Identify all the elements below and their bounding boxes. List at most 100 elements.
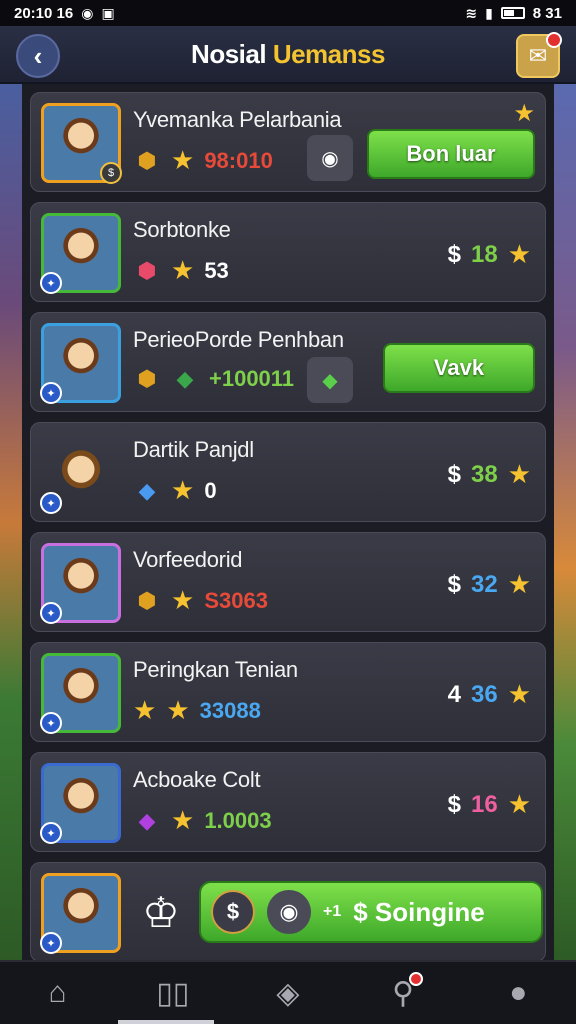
promo-prefix: +1 [323,903,342,920]
sapphire-icon: ◆ [138,477,156,503]
mail-icon: ✉ [528,43,548,68]
profile-icon[interactable]: ● [488,976,548,1010]
stat-value: 0 [204,477,217,503]
status-bar: 20:10 16 ◉ ▣ ≋ ▮ 8 31 [0,0,576,26]
list-item[interactable]: ✦ Peringkan Tenian ★ ★ 33088 4 36 ★ [30,642,546,742]
avatar: ✦ [40,323,121,404]
star-icon: ★ [171,475,195,505]
avatar: ✦ [40,653,121,734]
badge-icon: ⬢ [137,366,157,391]
gem-slot[interactable]: ◆ [307,357,353,403]
list-item[interactable]: ✦ Sorbtonke ⬢ ★ 53 $ 18 ★ [30,202,546,302]
chevron-left-icon: ‹ [33,40,43,71]
box-icon[interactable]: ◈ [258,976,318,1011]
dollar-icon: $ [447,570,461,598]
list-item[interactable]: ✦ Dartik Panjdl ◆ ★ 0 $ 38 ★ [30,422,546,522]
reward-value: 16 [470,790,498,818]
class-badge-icon: ✦ [40,822,62,844]
notification-icon: ▣ [101,4,115,21]
ruby-icon: ⬢ [137,257,157,283]
notification-badge [409,971,424,986]
promo-button[interactable]: $ ◉ +1 $ Soingine [199,881,543,943]
reward-value: 36 [470,680,498,708]
star-icon: ★ [513,100,535,127]
reward-value: 18 [470,240,498,268]
search-icon[interactable]: ⚲ [373,971,433,1011]
status-right-text: 8 31 [532,4,562,22]
page-title: Nosial Uemanss [191,38,385,69]
player-name: Acboake Colt [133,767,261,792]
class-badge-icon: ✦ [40,712,62,734]
star-icon: ★ [171,585,195,615]
pet-slot[interactable]: ◉ [307,135,353,181]
stat-value: +100011 [209,366,295,391]
avatar: ✦ [40,433,121,514]
player-list: $ Yvemanka Pelarbania ★ ⬢ ★ 98:010 ◉ Bon… [22,84,554,960]
avatar: $ [41,103,122,184]
dollar-icon: $ [447,240,461,268]
promo-label: $ Soingine [353,896,485,927]
battery-icon [500,7,525,19]
player-name: Peringkan Tenian [133,657,298,682]
avatar: ✦ [40,763,121,844]
list-item[interactable]: ✦ Acboake Colt ◆ ★ 1.0003 $ 16 ★ [30,752,546,852]
mail-button[interactable]: ✉ [516,32,562,78]
home-indicator [118,1020,214,1024]
list-item[interactable]: ✦ Vorfeedorid ⬢ ★ S3063 $ 32 ★ [30,532,546,632]
list-item[interactable]: ✦ PerieoPorde Penhban ⬢ ◆ +100011 ◆ Vavk [30,312,546,412]
coin-icon: $ [211,890,255,934]
emerald-icon: ◆ [176,366,194,391]
pet-icon: ◉ [321,147,339,170]
player-name: PerieoPorde Penhban [133,327,344,352]
cell-signal-icon: ▮ [485,4,493,21]
star-icon: ★ [507,239,531,269]
star-icon: ★ [171,145,195,175]
class-badge-icon: ✦ [40,602,62,624]
star-icon: ★ [507,789,531,819]
player-name: Sorbtonke [133,217,231,242]
coin-badge-icon: $ [100,162,122,184]
star-icon: ★ [507,569,531,599]
action-button[interactable]: Bon luar [367,129,535,179]
coin-icon: ⬢ [137,587,157,613]
class-badge-icon: ✦ [40,492,62,514]
scenery-left [0,84,24,964]
star-icon: ★ [171,805,195,835]
dollar-icon: $ [447,790,461,818]
stat-value: 33088 [199,697,261,723]
reward-prefix: 4 [447,680,461,708]
stat-value: 98:010 [204,147,273,173]
class-badge-icon: ✦ [40,932,62,954]
avatar: ✦ [40,873,121,954]
star-icon: ★ [133,695,157,725]
wifi-signal-icon: ≋ [465,4,478,21]
amethyst-icon: ◆ [138,807,156,833]
star-icon: ★ [166,695,190,725]
class-badge-icon: ✦ [40,382,62,404]
class-badge-icon: ✦ [40,272,62,294]
reward-value: 38 [470,460,498,488]
wifi-icon: ◉ [81,4,94,21]
list-item[interactable]: $ Yvemanka Pelarbania ★ ⬢ ★ 98:010 ◉ Bon… [30,92,546,192]
dollar-icon: $ [447,460,461,488]
king-avatar-icon: ♔ [142,888,180,936]
star-icon: ★ [171,255,195,285]
player-name: Dartik Panjdl [133,437,254,462]
stat-value: S3063 [204,587,268,613]
status-time: 20:10 16 [14,4,74,22]
promo-card: ✦ ♔ $ ◉ +1 $ Soingine [30,862,546,960]
stat-value: 1.0003 [204,807,272,833]
pet-icon: ◉ [267,890,311,934]
back-button[interactable]: ‹ [16,34,60,78]
notification-badge [546,32,562,48]
stat-value: 53 [204,257,229,283]
avatar: ✦ [40,213,121,294]
scenery-right [552,84,576,964]
avatar: ✦ [40,543,121,624]
cards-icon[interactable]: ▯▯ [143,976,203,1011]
home-icon[interactable]: ⌂ [28,976,88,1010]
star-icon: ★ [507,679,531,709]
reward-value: 32 [470,570,498,598]
player-name: Yvemanka Pelarbania [133,107,342,132]
action-button[interactable]: Vavk [383,343,535,393]
